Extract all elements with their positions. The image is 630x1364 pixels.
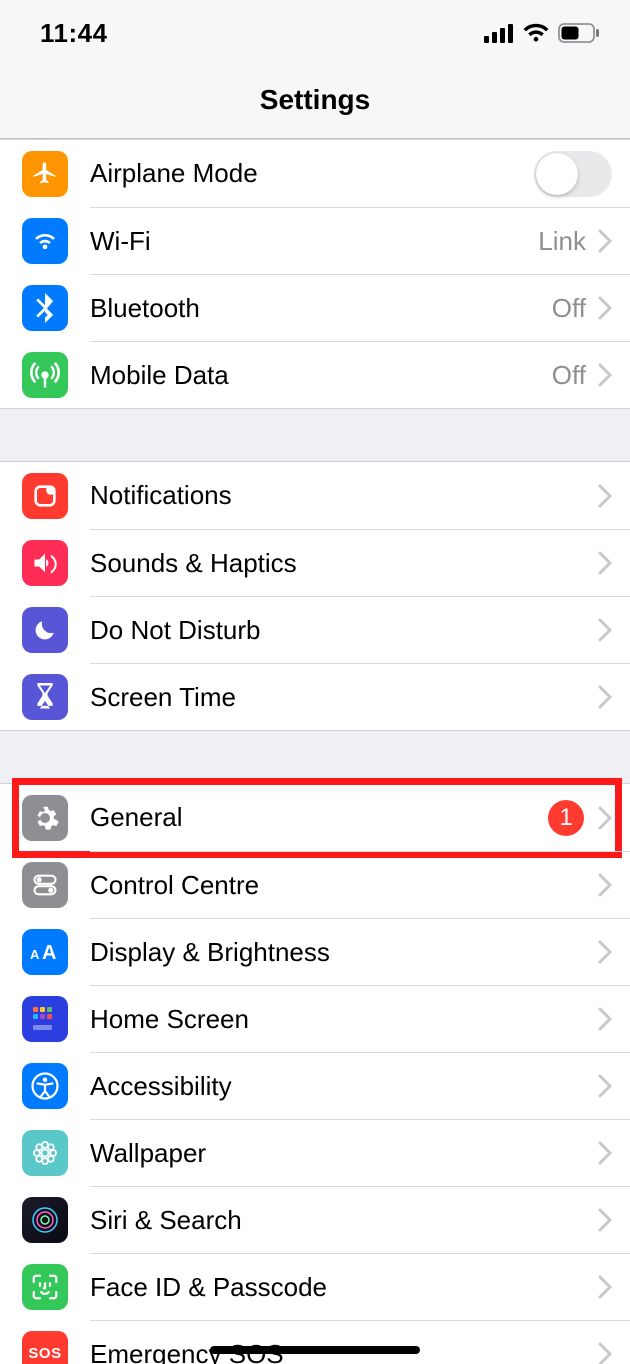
row-label: Wallpaper <box>90 1138 598 1169</box>
accessibility-icon <box>22 1063 68 1109</box>
row-label: Face ID & Passcode <box>90 1272 598 1303</box>
row-screen-time[interactable]: Screen Time <box>0 663 630 730</box>
row-airplane-mode[interactable]: Airplane Mode <box>0 140 630 207</box>
row-home-screen[interactable]: Home Screen <box>0 985 630 1052</box>
row-siri-search[interactable]: Siri & Search <box>0 1186 630 1253</box>
row-label: Mobile Data <box>90 360 552 391</box>
text-size-icon: AA <box>22 929 68 975</box>
section-gap <box>0 409 630 461</box>
chevron-right-icon <box>598 618 612 642</box>
status-bar: 11:44 <box>0 0 630 66</box>
flower-icon <box>22 1130 68 1176</box>
chevron-right-icon <box>598 1074 612 1098</box>
chevron-right-icon <box>598 296 612 320</box>
chevron-right-icon <box>598 940 612 964</box>
row-label: Home Screen <box>90 1004 598 1035</box>
row-value: Off <box>552 360 586 391</box>
row-face-id[interactable]: Face ID & Passcode <box>0 1253 630 1320</box>
row-label: Notifications <box>90 480 598 511</box>
cellular-icon <box>484 23 514 43</box>
row-mobile-data[interactable]: Mobile Data Off <box>0 341 630 408</box>
svg-text:A: A <box>42 942 56 963</box>
row-wallpaper[interactable]: Wallpaper <box>0 1119 630 1186</box>
row-display-brightness[interactable]: AA Display & Brightness <box>0 918 630 985</box>
chevron-right-icon <box>598 1007 612 1031</box>
header: Settings <box>0 66 630 139</box>
row-value: Link <box>538 226 586 257</box>
chevron-right-icon <box>598 484 612 508</box>
notifications-icon <box>22 473 68 519</box>
chevron-right-icon <box>598 1275 612 1299</box>
settings-group-device: General 1 Control Centre AA Display & Br… <box>0 783 630 1364</box>
gear-icon <box>22 795 68 841</box>
row-accessibility[interactable]: Accessibility <box>0 1052 630 1119</box>
row-label: Display & Brightness <box>90 937 598 968</box>
svg-text:A: A <box>30 947 40 962</box>
notification-badge: 1 <box>548 800 584 836</box>
airplane-toggle[interactable] <box>534 151 612 197</box>
row-sounds[interactable]: Sounds & Haptics <box>0 529 630 596</box>
battery-icon <box>558 23 600 43</box>
row-label: Bluetooth <box>90 293 552 324</box>
row-label: Do Not Disturb <box>90 615 598 646</box>
row-label: Screen Time <box>90 682 598 713</box>
chevron-right-icon <box>598 806 612 830</box>
switches-icon <box>22 862 68 908</box>
chevron-right-icon <box>598 1141 612 1165</box>
chevron-right-icon <box>598 363 612 387</box>
row-label: Siri & Search <box>90 1205 598 1236</box>
moon-icon <box>22 607 68 653</box>
speaker-icon <box>22 540 68 586</box>
row-value: Off <box>552 293 586 324</box>
row-label: Control Centre <box>90 870 598 901</box>
settings-group-alerts: Notifications Sounds & Haptics Do Not Di… <box>0 461 630 731</box>
row-label: General <box>90 802 548 833</box>
siri-icon <box>22 1197 68 1243</box>
home-grid-icon <box>22 996 68 1042</box>
status-indicators <box>484 23 600 43</box>
faceid-icon <box>22 1264 68 1310</box>
chevron-right-icon <box>598 1208 612 1232</box>
status-time: 11:44 <box>40 18 108 49</box>
antenna-icon <box>22 352 68 398</box>
row-label: Accessibility <box>90 1071 598 1102</box>
row-label: Wi-Fi <box>90 226 538 257</box>
row-notifications[interactable]: Notifications <box>0 462 630 529</box>
settings-group-connectivity: Airplane Mode Wi-Fi Link Bluetooth Off M… <box>0 139 630 409</box>
wifi-row-icon <box>22 218 68 264</box>
row-wifi[interactable]: Wi-Fi Link <box>0 207 630 274</box>
row-bluetooth[interactable]: Bluetooth Off <box>0 274 630 341</box>
airplane-icon <box>22 151 68 197</box>
section-gap <box>0 731 630 783</box>
row-label: Sounds & Haptics <box>90 548 598 579</box>
bluetooth-icon <box>22 285 68 331</box>
row-control-centre[interactable]: Control Centre <box>0 851 630 918</box>
chevron-right-icon <box>598 873 612 897</box>
chevron-right-icon <box>598 685 612 709</box>
row-emergency-sos[interactable]: SOS Emergency SOS <box>0 1320 630 1364</box>
sos-icon: SOS <box>22 1331 68 1364</box>
wifi-icon <box>522 23 550 43</box>
hourglass-icon <box>22 674 68 720</box>
row-label: Airplane Mode <box>90 158 534 189</box>
row-general[interactable]: General 1 <box>0 784 630 851</box>
page-title: Settings <box>0 84 630 116</box>
chevron-right-icon <box>598 551 612 575</box>
chevron-right-icon <box>598 1342 612 1364</box>
chevron-right-icon <box>598 229 612 253</box>
row-do-not-disturb[interactable]: Do Not Disturb <box>0 596 630 663</box>
home-indicator <box>210 1346 420 1354</box>
